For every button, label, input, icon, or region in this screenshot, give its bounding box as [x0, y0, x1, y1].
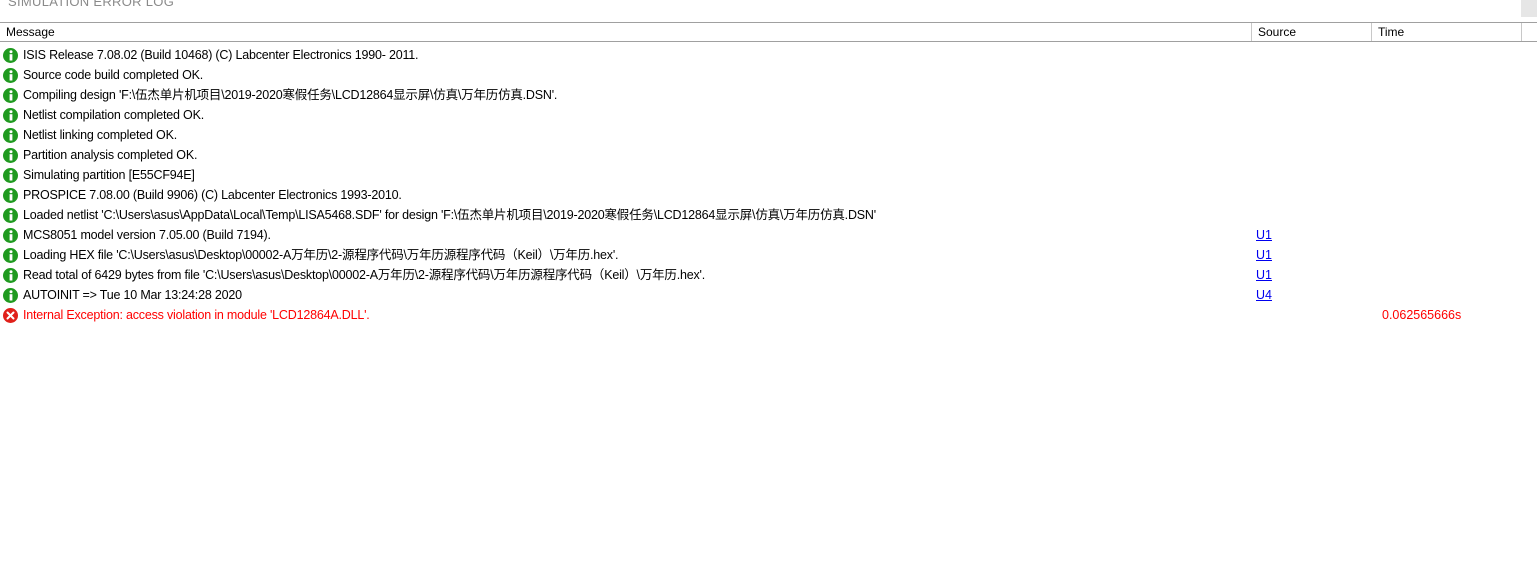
log-source-cell — [1256, 65, 1366, 85]
log-source-cell: U1 — [1256, 265, 1366, 285]
log-source-cell — [1256, 205, 1366, 225]
log-message-text: Partition analysis completed OK. — [23, 148, 198, 162]
log-source-cell — [1256, 125, 1366, 145]
log-time-cell — [1382, 185, 1522, 205]
column-header-message[interactable]: Message — [0, 23, 1252, 41]
log-message-text: Loading HEX file 'C:\Users\asus\Desktop\… — [23, 248, 619, 262]
log-source-cell — [1256, 145, 1366, 165]
error-icon — [3, 307, 18, 323]
log-message-cell: Read total of 6429 bytes from file 'C:\U… — [3, 265, 1248, 285]
log-time-cell — [1382, 205, 1522, 225]
log-time-text: 0.062565666s — [1382, 308, 1462, 322]
log-time-cell — [1382, 105, 1522, 125]
log-row[interactable]: Netlist linking completed OK. — [0, 125, 1537, 145]
log-source-cell — [1256, 185, 1366, 205]
log-message-cell: AUTOINIT => Tue 10 Mar 13:24:28 2020 — [3, 285, 1248, 305]
info-icon — [3, 107, 18, 123]
title-scroll-nub[interactable] — [1521, 0, 1537, 17]
log-message-text: Netlist compilation completed OK. — [23, 108, 204, 122]
log-row[interactable]: Loading HEX file 'C:\Users\asus\Desktop\… — [0, 245, 1537, 265]
log-message-text: MCS8051 model version 7.05.00 (Build 719… — [23, 228, 271, 242]
log-message-cell: MCS8051 model version 7.05.00 (Build 719… — [3, 225, 1248, 245]
log-message-text: Loaded netlist 'C:\Users\asus\AppData\Lo… — [23, 208, 876, 222]
log-message-cell: ISIS Release 7.08.02 (Build 10468) (C) L… — [3, 45, 1248, 65]
column-header-time[interactable]: Time — [1372, 23, 1522, 41]
log-row[interactable]: Compiling design 'F:\伍杰单片机项目\2019-2020寒假… — [0, 85, 1537, 105]
log-message-cell: Partition analysis completed OK. — [3, 145, 1248, 165]
log-row[interactable]: Loaded netlist 'C:\Users\asus\AppData\Lo… — [0, 205, 1537, 225]
log-message-text: Netlist linking completed OK. — [23, 128, 177, 142]
log-time-cell — [1382, 45, 1522, 65]
log-message-text: AUTOINIT => Tue 10 Mar 13:24:28 2020 — [23, 288, 242, 302]
log-message-cell: Simulating partition [E55CF94E] — [3, 165, 1248, 185]
info-icon — [3, 167, 18, 183]
column-header-filler — [1522, 23, 1537, 41]
window-title: SIMULATION ERROR LOG — [8, 0, 175, 9]
log-message-cell: Compiling design 'F:\伍杰单片机项目\2019-2020寒假… — [3, 85, 1248, 105]
log-rows: ISIS Release 7.08.02 (Build 10468) (C) L… — [0, 45, 1537, 325]
log-time-cell: 0.062565666s — [1382, 305, 1522, 325]
log-time-cell — [1382, 285, 1522, 305]
log-message-text: Compiling design 'F:\伍杰单片机项目\2019-2020寒假… — [23, 88, 558, 102]
log-source-cell: U1 — [1256, 245, 1366, 265]
log-message-cell: Loaded netlist 'C:\Users\asus\AppData\Lo… — [3, 205, 1248, 225]
log-row[interactable]: Read total of 6429 bytes from file 'C:\U… — [0, 265, 1537, 285]
log-message-text: Read total of 6429 bytes from file 'C:\U… — [23, 268, 706, 282]
info-icon — [3, 147, 18, 163]
log-time-cell — [1382, 145, 1522, 165]
info-icon — [3, 247, 18, 263]
log-row[interactable]: Source code build completed OK. — [0, 65, 1537, 85]
column-header-source[interactable]: Source — [1252, 23, 1372, 41]
source-link[interactable]: U1 — [1256, 228, 1272, 242]
log-row[interactable]: Simulating partition [E55CF94E] — [0, 165, 1537, 185]
log-row[interactable]: Internal Exception: access violation in … — [0, 305, 1537, 325]
info-icon — [3, 47, 18, 63]
log-message-cell: Source code build completed OK. — [3, 65, 1248, 85]
log-message-cell: Internal Exception: access violation in … — [3, 305, 1248, 325]
log-row[interactable]: Partition analysis completed OK. — [0, 145, 1537, 165]
log-time-cell — [1382, 65, 1522, 85]
source-link[interactable]: U1 — [1256, 268, 1272, 282]
source-link[interactable]: U1 — [1256, 248, 1272, 262]
log-row[interactable]: MCS8051 model version 7.05.00 (Build 719… — [0, 225, 1537, 245]
info-icon — [3, 287, 18, 303]
log-row[interactable]: AUTOINIT => Tue 10 Mar 13:24:28 2020 U4 — [0, 285, 1537, 305]
log-source-cell — [1256, 105, 1366, 125]
log-source-cell — [1256, 165, 1366, 185]
info-icon — [3, 187, 18, 203]
info-icon — [3, 227, 18, 243]
log-time-cell — [1382, 125, 1522, 145]
log-source-cell — [1256, 85, 1366, 105]
log-time-cell — [1382, 265, 1522, 285]
info-icon — [3, 267, 18, 283]
log-message-text: PROSPICE 7.08.00 (Build 9906) (C) Labcen… — [23, 188, 402, 202]
source-link[interactable]: U4 — [1256, 288, 1272, 302]
log-row[interactable]: ISIS Release 7.08.02 (Build 10468) (C) L… — [0, 45, 1537, 65]
info-icon — [3, 127, 18, 143]
log-row[interactable]: PROSPICE 7.08.00 (Build 9906) (C) Labcen… — [0, 185, 1537, 205]
log-row[interactable]: Netlist compilation completed OK. — [0, 105, 1537, 125]
log-header-row: Message Source Time — [0, 22, 1537, 42]
log-message-cell: Netlist compilation completed OK. — [3, 105, 1248, 125]
log-message-text: ISIS Release 7.08.02 (Build 10468) (C) L… — [23, 48, 419, 62]
log-message-cell: Loading HEX file 'C:\Users\asus\Desktop\… — [3, 245, 1248, 265]
info-icon — [3, 87, 18, 103]
log-source-cell — [1256, 305, 1366, 325]
log-time-cell — [1382, 245, 1522, 265]
log-message-cell: PROSPICE 7.08.00 (Build 9906) (C) Labcen… — [3, 185, 1248, 205]
log-time-cell — [1382, 165, 1522, 185]
info-icon — [3, 67, 18, 83]
log-message-text: Internal Exception: access violation in … — [23, 308, 370, 322]
log-source-cell — [1256, 45, 1366, 65]
log-source-cell: U1 — [1256, 225, 1366, 245]
log-time-cell — [1382, 85, 1522, 105]
log-message-cell: Netlist linking completed OK. — [3, 125, 1248, 145]
log-time-cell — [1382, 225, 1522, 245]
info-icon — [3, 207, 18, 223]
log-source-cell: U4 — [1256, 285, 1366, 305]
log-message-text: Source code build completed OK. — [23, 68, 204, 82]
log-message-text: Simulating partition [E55CF94E] — [23, 168, 195, 182]
